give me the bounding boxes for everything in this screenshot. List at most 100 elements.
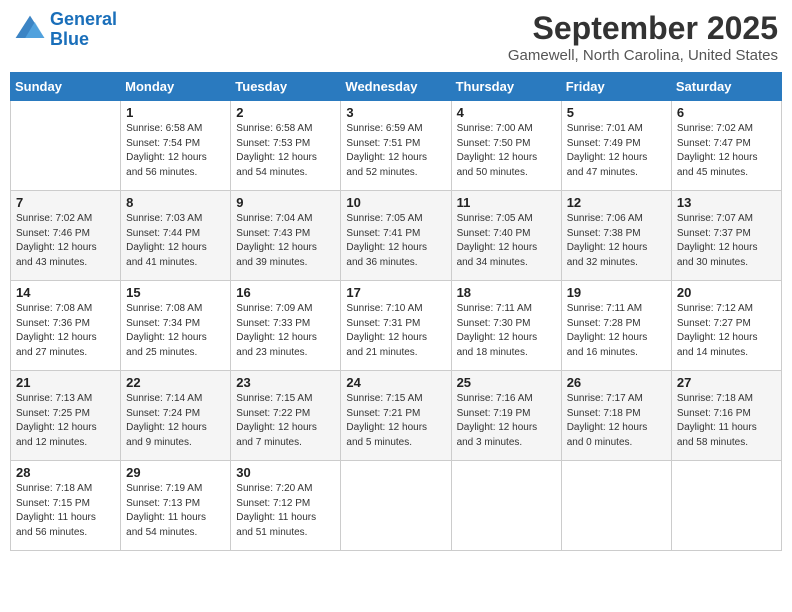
calendar-cell: 21 Sunrise: 7:13 AM Sunset: 7:25 PM Dayli… bbox=[11, 371, 121, 461]
day-info: Sunrise: 7:20 AM Sunset: 7:12 PM Dayligh… bbox=[236, 482, 335, 540]
calendar-week-1: 1Sunrise: 6:58 AM Sunset: 7:54 PM Daylig… bbox=[11, 101, 782, 191]
logo-general: General bbox=[50, 9, 117, 29]
logo: General Blue bbox=[14, 10, 117, 50]
calendar-cell: 20Sunrise: 7:12 AM Sunset: 7:27 PM Dayli… bbox=[671, 281, 781, 371]
calendar-cell: 22 Sunrise: 7:14 AM Sunset: 7:24 PM Dayli… bbox=[121, 371, 231, 461]
calendar-week-5: 28 Sunrise: 7:18 AM Sunset: 7:15 PM Dayli… bbox=[11, 461, 782, 551]
month-title: September 2025 bbox=[508, 10, 778, 47]
calendar-cell: 1Sunrise: 6:58 AM Sunset: 7:54 PM Daylig… bbox=[121, 101, 231, 191]
calendar-cell: 10 Sunrise: 7:05 AM Sunset: 7:41 PM Dayli… bbox=[341, 191, 451, 281]
calendar-cell bbox=[671, 461, 781, 551]
day-header-tuesday: Tuesday bbox=[231, 73, 341, 101]
calendar-cell: 3 Sunrise: 6:59 AM Sunset: 7:51 PM Daylig… bbox=[341, 101, 451, 191]
day-info: Sunrise: 7:01 AM Sunset: 7:49 PM Dayligh… bbox=[567, 122, 666, 180]
day-info: Sunrise: 7:03 AM Sunset: 7:44 PM Dayligh… bbox=[126, 212, 225, 270]
day-number: 16 bbox=[236, 285, 335, 300]
location: Gamewell, North Carolina, United States bbox=[508, 47, 778, 64]
day-header-wednesday: Wednesday bbox=[341, 73, 451, 101]
day-number: 23 bbox=[236, 375, 335, 390]
day-header-monday: Monday bbox=[121, 73, 231, 101]
day-number: 21 bbox=[16, 375, 115, 390]
calendar-cell: 5 Sunrise: 7:01 AM Sunset: 7:49 PM Daylig… bbox=[561, 101, 671, 191]
day-info: Sunrise: 7:05 AM Sunset: 7:41 PM Dayligh… bbox=[346, 212, 445, 270]
calendar-cell: 4 Sunrise: 7:00 AM Sunset: 7:50 PM Daylig… bbox=[451, 101, 561, 191]
day-header-sunday: Sunday bbox=[11, 73, 121, 101]
calendar-cell: 16Sunrise: 7:09 AM Sunset: 7:33 PM Dayli… bbox=[231, 281, 341, 371]
day-number: 20 bbox=[677, 285, 776, 300]
day-number: 11 bbox=[457, 195, 556, 210]
day-info: Sunrise: 7:18 AM Sunset: 7:16 PM Dayligh… bbox=[677, 392, 776, 450]
calendar-week-4: 21 Sunrise: 7:13 AM Sunset: 7:25 PM Dayli… bbox=[11, 371, 782, 461]
day-number: 26 bbox=[567, 375, 666, 390]
day-info: Sunrise: 7:15 AM Sunset: 7:21 PM Dayligh… bbox=[346, 392, 445, 450]
calendar-cell: 28 Sunrise: 7:18 AM Sunset: 7:15 PM Dayli… bbox=[11, 461, 121, 551]
day-number: 14 bbox=[16, 285, 115, 300]
day-number: 10 bbox=[346, 195, 445, 210]
calendar-cell: 12 Sunrise: 7:06 AM Sunset: 7:38 PM Dayli… bbox=[561, 191, 671, 281]
calendar-cell: 14 Sunrise: 7:08 AM Sunset: 7:36 PM Dayli… bbox=[11, 281, 121, 371]
day-number: 29 bbox=[126, 465, 225, 480]
day-number: 3 bbox=[346, 105, 445, 120]
day-number: 6 bbox=[677, 105, 776, 120]
day-info: Sunrise: 7:17 AM Sunset: 7:18 PM Dayligh… bbox=[567, 392, 666, 450]
day-number: 27 bbox=[677, 375, 776, 390]
day-info: Sunrise: 6:59 AM Sunset: 7:51 PM Dayligh… bbox=[346, 122, 445, 180]
day-number: 25 bbox=[457, 375, 556, 390]
calendar-header-row: SundayMondayTuesdayWednesdayThursdayFrid… bbox=[11, 73, 782, 101]
day-info: Sunrise: 7:08 AM Sunset: 7:34 PM Dayligh… bbox=[126, 302, 225, 360]
day-info: Sunrise: 7:02 AM Sunset: 7:47 PM Dayligh… bbox=[677, 122, 776, 180]
calendar-cell: 27 Sunrise: 7:18 AM Sunset: 7:16 PM Dayli… bbox=[671, 371, 781, 461]
day-number: 7 bbox=[16, 195, 115, 210]
calendar-week-3: 14 Sunrise: 7:08 AM Sunset: 7:36 PM Dayli… bbox=[11, 281, 782, 371]
calendar-cell: 11 Sunrise: 7:05 AM Sunset: 7:40 PM Dayli… bbox=[451, 191, 561, 281]
calendar-cell: 19Sunrise: 7:11 AM Sunset: 7:28 PM Dayli… bbox=[561, 281, 671, 371]
day-number: 30 bbox=[236, 465, 335, 480]
calendar-cell: 8Sunrise: 7:03 AM Sunset: 7:44 PM Daylig… bbox=[121, 191, 231, 281]
day-number: 28 bbox=[16, 465, 115, 480]
day-number: 17 bbox=[346, 285, 445, 300]
day-number: 2 bbox=[236, 105, 335, 120]
calendar-cell: 29 Sunrise: 7:19 AM Sunset: 7:13 PM Dayli… bbox=[121, 461, 231, 551]
day-info: Sunrise: 7:06 AM Sunset: 7:38 PM Dayligh… bbox=[567, 212, 666, 270]
calendar-cell: 24Sunrise: 7:15 AM Sunset: 7:21 PM Dayli… bbox=[341, 371, 451, 461]
day-info: Sunrise: 7:05 AM Sunset: 7:40 PM Dayligh… bbox=[457, 212, 556, 270]
day-info: Sunrise: 7:18 AM Sunset: 7:15 PM Dayligh… bbox=[16, 482, 115, 540]
day-info: Sunrise: 7:07 AM Sunset: 7:37 PM Dayligh… bbox=[677, 212, 776, 270]
title-block: September 2025 Gamewell, North Carolina,… bbox=[508, 10, 778, 64]
calendar-cell bbox=[341, 461, 451, 551]
calendar-cell: 2 Sunrise: 6:58 AM Sunset: 7:53 PM Daylig… bbox=[231, 101, 341, 191]
calendar-cell: 15 Sunrise: 7:08 AM Sunset: 7:34 PM Dayli… bbox=[121, 281, 231, 371]
logo-icon bbox=[14, 14, 46, 46]
day-info: Sunrise: 7:10 AM Sunset: 7:31 PM Dayligh… bbox=[346, 302, 445, 360]
day-info: Sunrise: 7:08 AM Sunset: 7:36 PM Dayligh… bbox=[16, 302, 115, 360]
day-number: 13 bbox=[677, 195, 776, 210]
day-header-friday: Friday bbox=[561, 73, 671, 101]
calendar-cell: 7 Sunrise: 7:02 AM Sunset: 7:46 PM Daylig… bbox=[11, 191, 121, 281]
day-number: 12 bbox=[567, 195, 666, 210]
day-number: 15 bbox=[126, 285, 225, 300]
calendar-week-2: 7 Sunrise: 7:02 AM Sunset: 7:46 PM Daylig… bbox=[11, 191, 782, 281]
logo-text: General Blue bbox=[50, 10, 117, 50]
calendar-cell: 25 Sunrise: 7:16 AM Sunset: 7:19 PM Dayli… bbox=[451, 371, 561, 461]
day-info: Sunrise: 7:19 AM Sunset: 7:13 PM Dayligh… bbox=[126, 482, 225, 540]
day-info: Sunrise: 6:58 AM Sunset: 7:53 PM Dayligh… bbox=[236, 122, 335, 180]
day-info: Sunrise: 7:11 AM Sunset: 7:30 PM Dayligh… bbox=[457, 302, 556, 360]
calendar-table: SundayMondayTuesdayWednesdayThursdayFrid… bbox=[10, 72, 782, 551]
day-info: Sunrise: 7:02 AM Sunset: 7:46 PM Dayligh… bbox=[16, 212, 115, 270]
calendar-cell bbox=[11, 101, 121, 191]
day-header-thursday: Thursday bbox=[451, 73, 561, 101]
day-number: 22 bbox=[126, 375, 225, 390]
day-info: Sunrise: 7:00 AM Sunset: 7:50 PM Dayligh… bbox=[457, 122, 556, 180]
day-number: 5 bbox=[567, 105, 666, 120]
page-header: General Blue September 2025 Gamewell, No… bbox=[10, 10, 782, 64]
day-info: Sunrise: 7:15 AM Sunset: 7:22 PM Dayligh… bbox=[236, 392, 335, 450]
day-info: Sunrise: 7:11 AM Sunset: 7:28 PM Dayligh… bbox=[567, 302, 666, 360]
calendar-cell: 23 Sunrise: 7:15 AM Sunset: 7:22 PM Dayli… bbox=[231, 371, 341, 461]
calendar-cell bbox=[561, 461, 671, 551]
calendar-cell bbox=[451, 461, 561, 551]
day-info: Sunrise: 7:13 AM Sunset: 7:25 PM Dayligh… bbox=[16, 392, 115, 450]
day-number: 4 bbox=[457, 105, 556, 120]
day-info: Sunrise: 7:14 AM Sunset: 7:24 PM Dayligh… bbox=[126, 392, 225, 450]
day-info: Sunrise: 7:16 AM Sunset: 7:19 PM Dayligh… bbox=[457, 392, 556, 450]
day-info: Sunrise: 7:04 AM Sunset: 7:43 PM Dayligh… bbox=[236, 212, 335, 270]
